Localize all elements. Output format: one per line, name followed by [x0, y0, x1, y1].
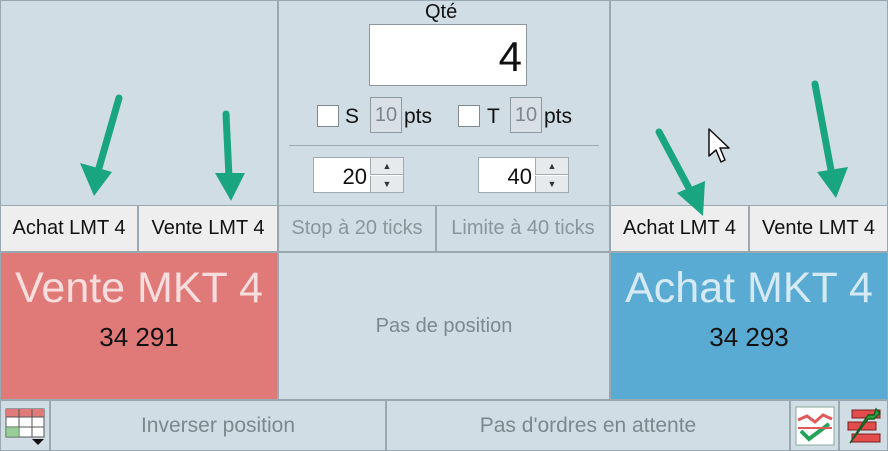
right-sell-limit-button[interactable]: Vente LMT 4: [749, 205, 888, 252]
chart-check-icon: [795, 406, 835, 446]
stop-ticks-button[interactable]: Stop à 20 ticks: [278, 205, 436, 252]
quantity-label: Qté: [425, 1, 458, 23]
sell-market-label: Vente MKT 4: [15, 264, 263, 312]
stop-points-field[interactable]: 10: [370, 97, 402, 133]
stop-ticks-value: 20: [342, 164, 367, 189]
buy-market-button[interactable]: Achat MKT 4 34 293: [610, 252, 888, 400]
stepper-up-icon[interactable]: ▲: [370, 158, 403, 175]
buy-market-price: 34 293: [709, 322, 789, 352]
reverse-position-label: Inverser position: [140, 413, 296, 437]
stepper-up-icon[interactable]: ▲: [535, 158, 568, 175]
target-points-field[interactable]: 10: [510, 97, 542, 133]
quantity-input[interactable]: 4: [369, 24, 527, 86]
settings-button[interactable]: [839, 400, 888, 451]
stepper-down-icon[interactable]: ▼: [370, 176, 403, 192]
right-top-panel: [610, 0, 888, 206]
limit-ticks-button[interactable]: Limite à 40 ticks: [436, 205, 610, 252]
position-status: Pas de position: [375, 314, 513, 337]
sell-market-button[interactable]: Vente MKT 4 34 291: [0, 252, 278, 400]
stepper-down-icon[interactable]: ▼: [535, 176, 568, 192]
quantity-value: 4: [498, 33, 522, 80]
grid-menu-button[interactable]: [0, 400, 50, 451]
settings-wrench-icon: [847, 407, 882, 444]
reverse-position-button[interactable]: Inverser position: [50, 400, 386, 451]
buy-market-label: Achat MKT 4: [625, 264, 873, 312]
pending-orders-button[interactable]: Pas d'ordres en attente: [386, 400, 790, 451]
separator: [289, 145, 599, 146]
left-top-panel: [0, 0, 278, 206]
grid-menu-icon: [5, 408, 45, 445]
limit-ticks-value: 40: [507, 164, 532, 189]
pending-orders-label: Pas d'ordres en attente: [479, 413, 697, 437]
left-buy-limit-button[interactable]: Achat LMT 4: [0, 205, 138, 252]
stop-checkbox-label: S: [345, 105, 360, 128]
target-checkbox-label: T: [487, 105, 500, 128]
target-checkbox[interactable]: [458, 105, 480, 127]
stop-checkbox[interactable]: [317, 105, 339, 127]
position-status-panel: Pas de position: [278, 252, 610, 400]
limit-ticks-stepper[interactable]: 40 ▲ ▼: [478, 157, 569, 193]
right-buy-limit-button[interactable]: Achat LMT 4: [610, 205, 749, 252]
chart-check-button[interactable]: [790, 400, 839, 451]
target-points-unit: pts: [544, 105, 573, 128]
stop-ticks-stepper[interactable]: 20 ▲ ▼: [313, 157, 404, 193]
left-sell-limit-button[interactable]: Vente LMT 4: [138, 205, 278, 252]
stop-points-unit: pts: [404, 105, 433, 128]
sell-market-price: 34 291: [99, 322, 179, 352]
mouse-cursor-icon: [708, 128, 730, 163]
